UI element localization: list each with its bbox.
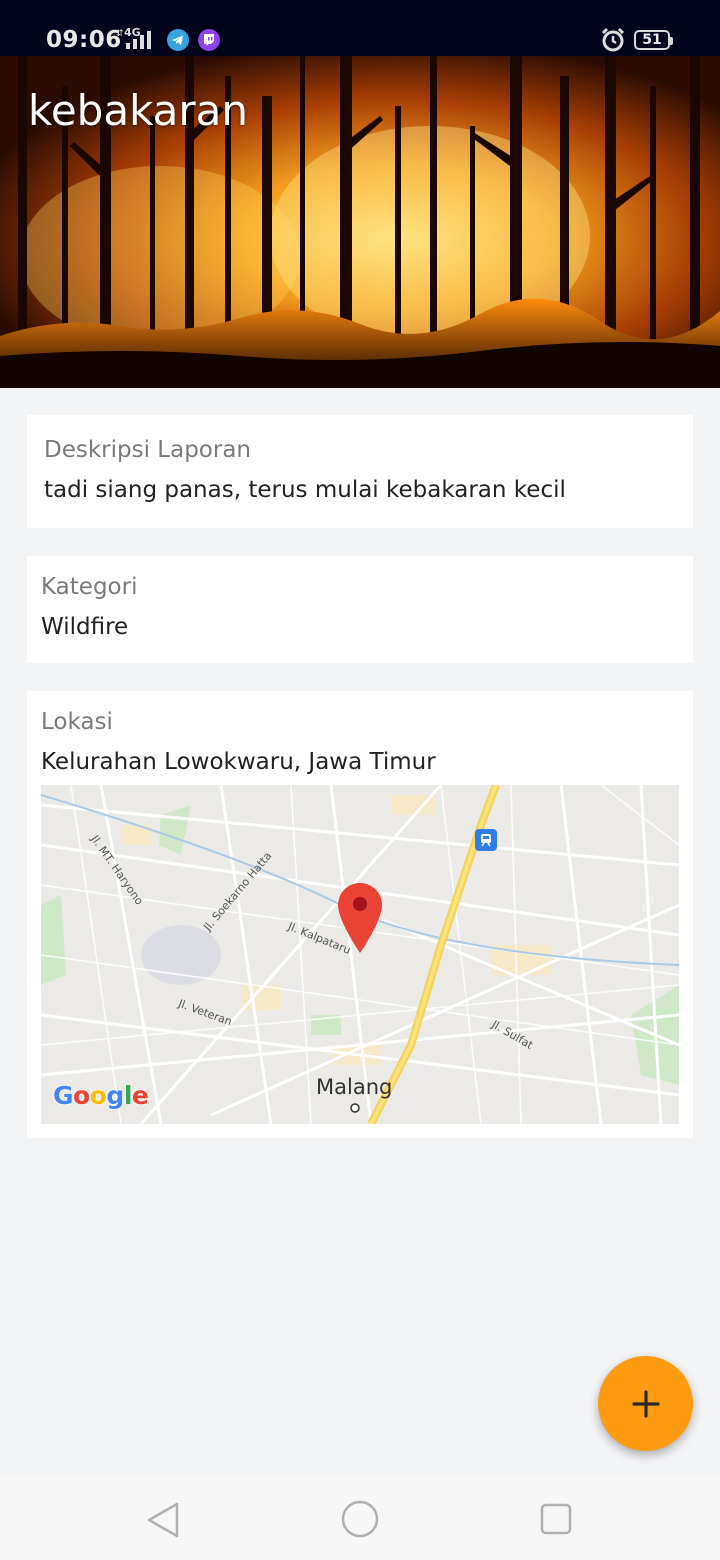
map-pin-icon[interactable] [338, 883, 382, 957]
google-logo: Google [53, 1081, 149, 1110]
location-label: Lokasi [41, 709, 113, 735]
plus-icon [631, 1389, 660, 1418]
category-label: Kategori [41, 574, 138, 600]
location-map[interactable]: Jl. MT. Haryono Jl. Soekarno Hatta Jl. K… [41, 785, 679, 1124]
page-title: kebakaran [28, 86, 249, 135]
status-time: 09:06 [46, 27, 122, 53]
description-card: Deskripsi Laporan tadi siang panas, teru… [27, 415, 693, 528]
battery-level: 51 [642, 32, 662, 48]
signal-icon: ⇵ 4G [116, 24, 158, 56]
svg-text:⇵: ⇵ [116, 29, 124, 39]
description-label: Deskripsi Laporan [44, 437, 251, 463]
twitch-icon [198, 29, 220, 55]
location-value: Kelurahan Lowokwaru, Jawa Timur [41, 749, 436, 775]
category-card: Kategori Wildfire [27, 556, 693, 663]
svg-text:4G: 4G [124, 26, 141, 39]
header-image: kebakaran [0, 56, 720, 388]
battery-icon: 51 [634, 30, 673, 50]
status-bar: 09:06 ⇵ 4G 51 [0, 0, 720, 56]
add-report-button[interactable] [598, 1356, 693, 1451]
description-value: tadi siang panas, terus mulai kebakaran … [44, 477, 566, 503]
category-value: Wildfire [41, 614, 129, 640]
back-icon[interactable] [143, 1500, 183, 1544]
navigation-bar [0, 1478, 720, 1560]
location-card: Lokasi Kelurahan Lowokwaru, Jawa Timur J… [27, 691, 693, 1138]
recents-icon[interactable] [536, 1500, 576, 1544]
home-icon[interactable] [340, 1499, 380, 1543]
telegram-icon [167, 29, 189, 55]
alarm-icon [600, 27, 626, 57]
train-station-icon [475, 829, 497, 855]
map-city-label: Malang [316, 1075, 393, 1099]
